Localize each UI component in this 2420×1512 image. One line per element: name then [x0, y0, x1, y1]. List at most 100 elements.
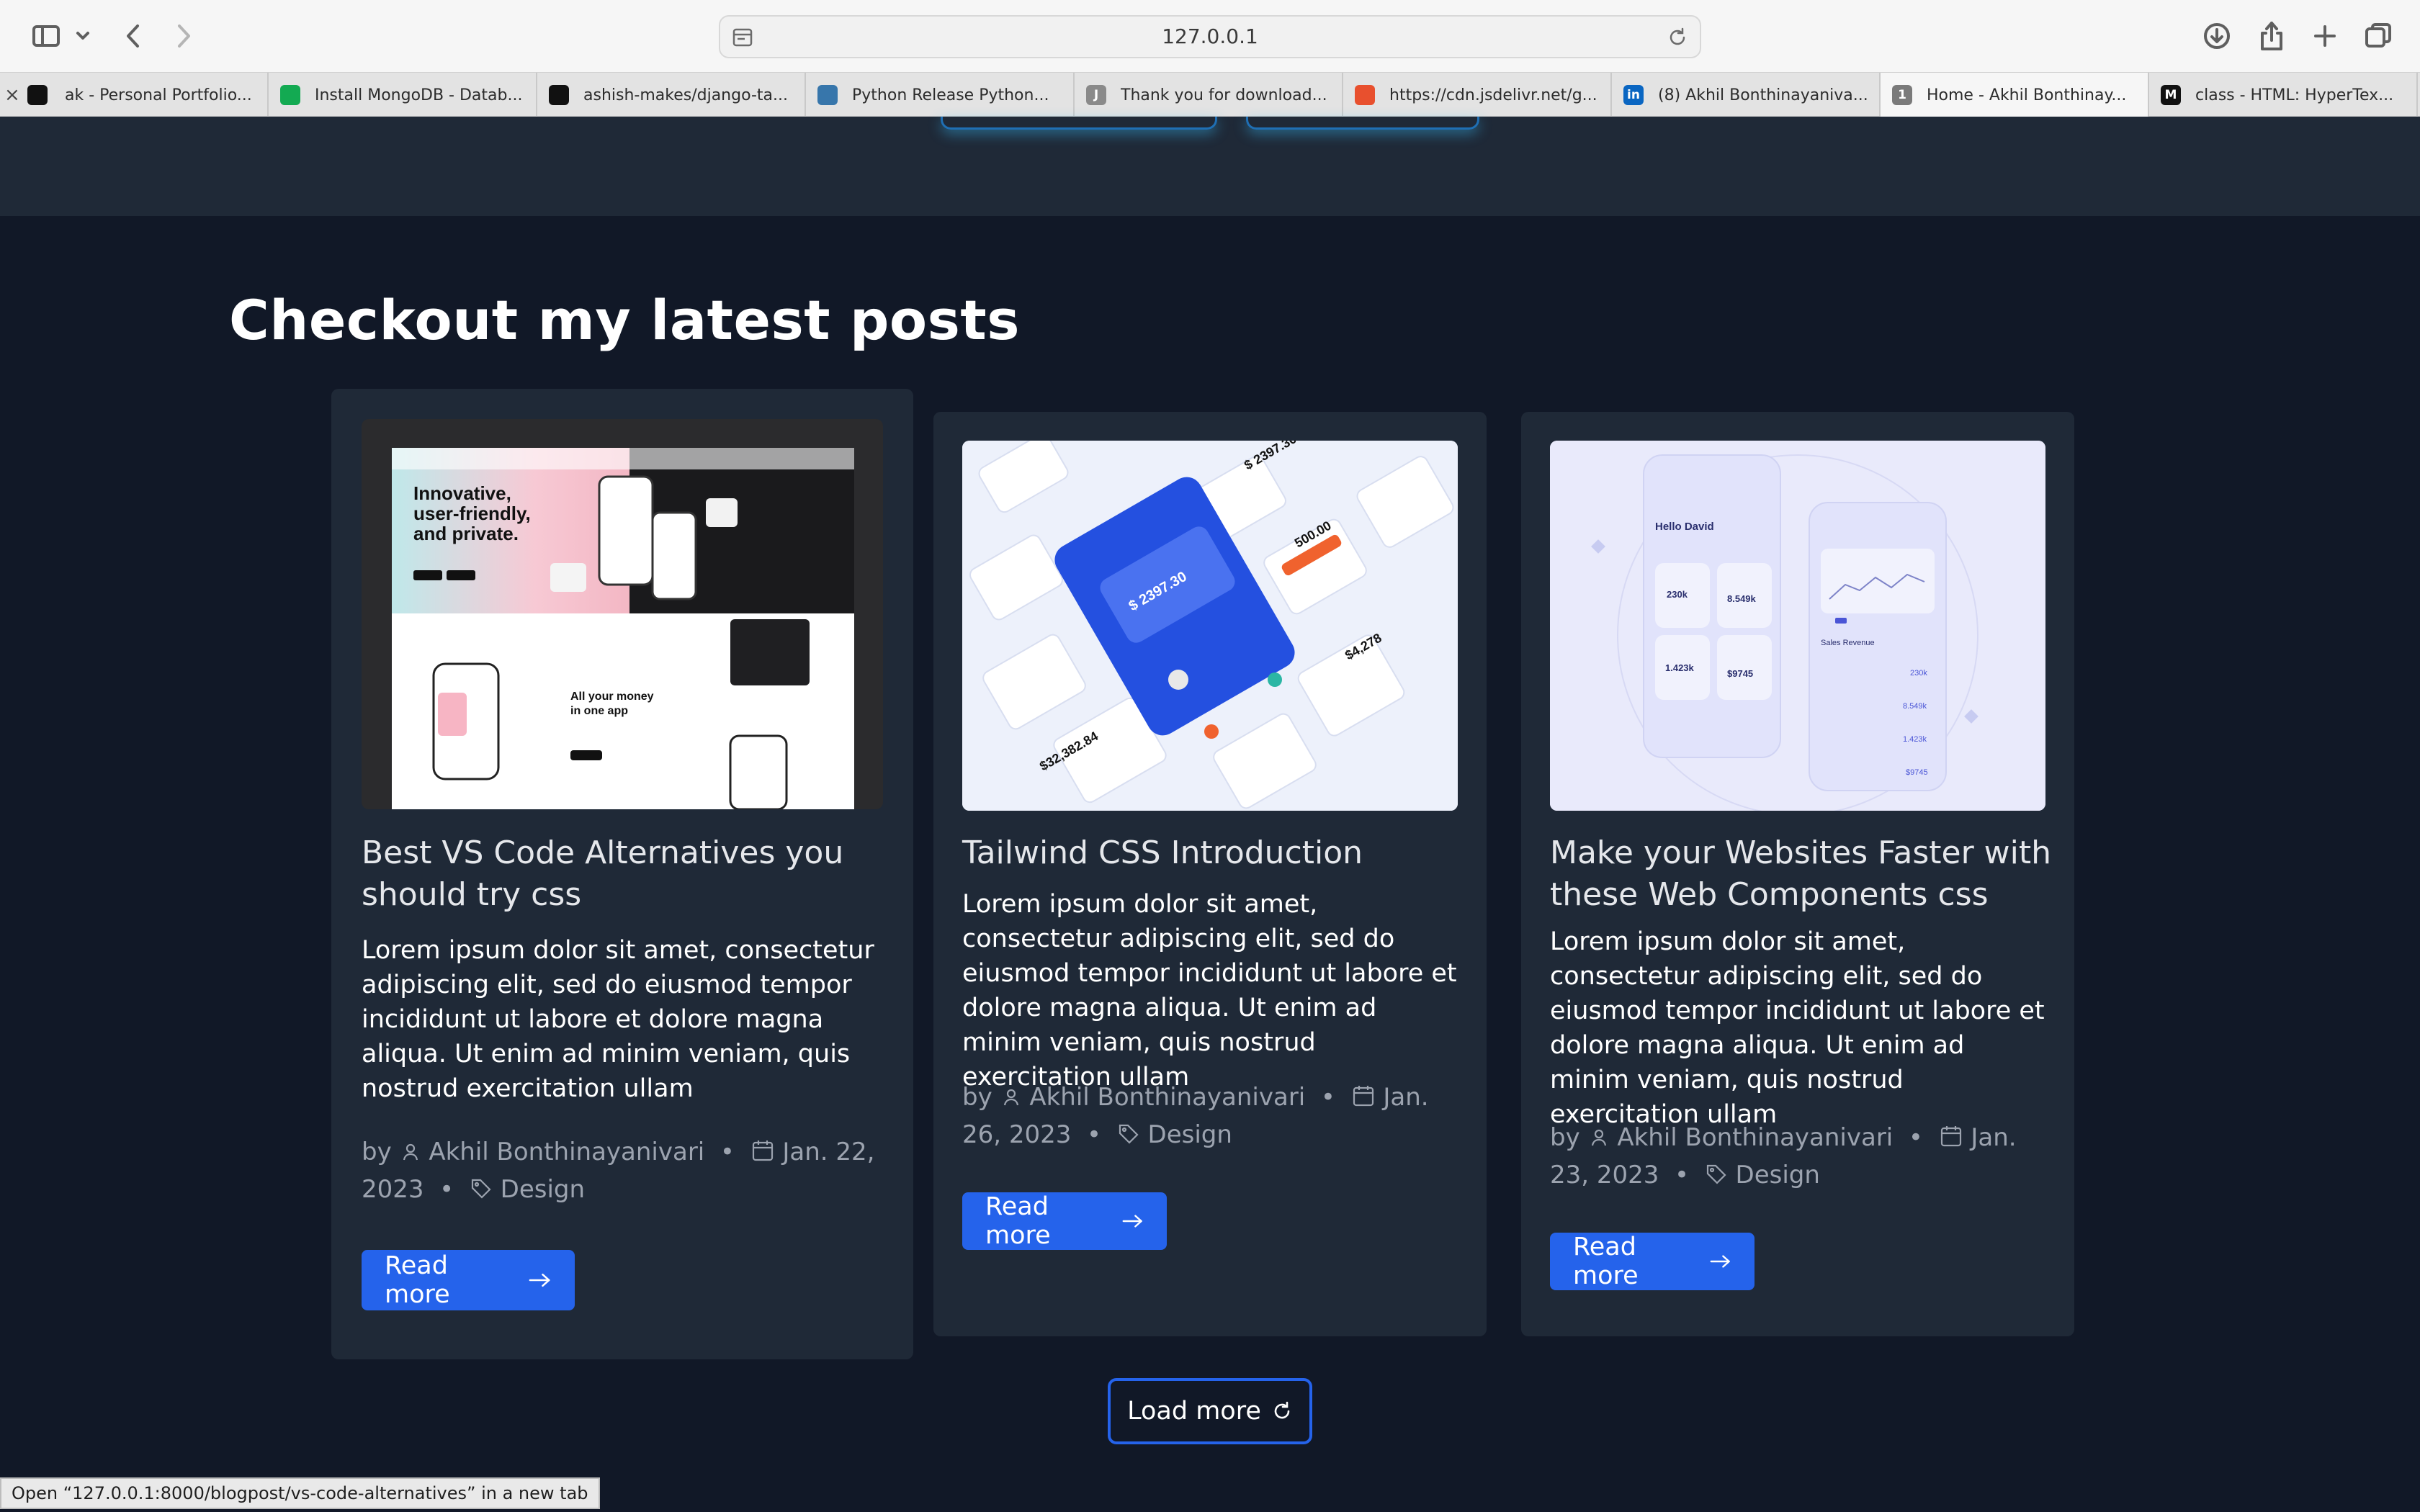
browser-toolbar: 127.0.0.1 — [0, 0, 2420, 72]
browser-tab[interactable]: Mclass - HTML: HyperTex... — [2149, 73, 2418, 117]
browser-tab[interactable]: J Thank you for download... — [1075, 73, 1343, 117]
share-icon — [2261, 22, 2282, 50]
post-title-3[interactable]: Make your Websites Faster with these Web… — [1550, 832, 2054, 916]
mdn-icon: M — [2161, 85, 2181, 105]
arrow-right-icon — [1122, 1215, 1142, 1228]
post-excerpt-2: Lorem ipsum dolor sit amet, consectetur … — [962, 890, 1457, 1092]
tab-group-menu-button[interactable] — [72, 16, 94, 56]
post-author[interactable]: Akhil Bonthinayanivari — [1617, 1123, 1893, 1152]
browser-tab[interactable]: in (8) Akhil Bonthinayaniva... — [1612, 73, 1881, 117]
post-by-label: by — [962, 1083, 992, 1112]
post-meta-1: by Akhil Bonthinayanivari • Jan. 22, 202… — [362, 1135, 887, 1210]
browser-tab[interactable]: 1 Home - Akhil Bonthinay... — [1881, 73, 2149, 117]
post-excerpt-1: Lorem ipsum dolor sit amet, consectetur … — [362, 936, 874, 1103]
post-card-1[interactable]: Innovative, user-friendly, and private. … — [331, 389, 913, 1359]
letter-j-icon: J — [1086, 85, 1106, 105]
svg-text:in one app: in one app — [570, 705, 628, 717]
browser-tab[interactable]: ashish-makes/django-ta... — [537, 73, 806, 117]
chevron-down-icon — [76, 32, 89, 40]
address-bar[interactable]: 127.0.0.1 — [719, 15, 1701, 58]
hero-section-bottom — [0, 117, 2420, 216]
hero-button-edge-right[interactable] — [1246, 117, 1479, 130]
read-more-button-1[interactable]: Read more — [362, 1250, 575, 1310]
post-title-1[interactable]: Best VS Code Alternatives you should try… — [362, 832, 887, 916]
read-more-button-2[interactable]: Read more — [962, 1192, 1167, 1250]
browser-tab[interactable]: Install MongoDB - Datab... — [269, 73, 537, 117]
load-more-label: Load more — [1127, 1397, 1261, 1426]
tab-title: (8) Akhil Bonthinayaniva... — [1658, 86, 1868, 104]
post-by-label: by — [1550, 1123, 1580, 1152]
forward-button[interactable] — [166, 16, 202, 56]
tab-overview-button[interactable] — [2358, 16, 2398, 56]
share-button[interactable] — [2251, 16, 2292, 56]
tag-icon — [1117, 1120, 1140, 1155]
svg-text:All your money: All your money — [570, 690, 654, 703]
svg-text:user-friendly,: user-friendly, — [413, 503, 531, 524]
svg-text:Sales Revenue: Sales Revenue — [1821, 639, 1875, 647]
close-tab-icon[interactable]: × — [4, 84, 20, 106]
github-icon — [549, 85, 569, 105]
arrow-right-icon — [529, 1273, 550, 1287]
svg-text:230k: 230k — [1667, 589, 1688, 600]
post-card-3[interactable]: Hello David 230k 8.549k 1.423k $9745 Sal… — [1521, 412, 2074, 1336]
post-image-2[interactable]: $ 2397.30 500.00 $ 2397.30 $4,278 $32,38… — [962, 441, 1458, 811]
post-category[interactable]: Design — [1736, 1161, 1820, 1189]
read-more-label: Read more — [385, 1251, 450, 1309]
tab-title: ashish-makes/django-ta... — [583, 86, 788, 104]
refresh-icon — [1274, 1401, 1290, 1419]
tab-title: Home - Akhil Bonthinay... — [1927, 86, 2127, 104]
forward-arrow-icon — [178, 24, 190, 48]
post-image-3[interactable]: Hello David 230k 8.549k 1.423k $9745 Sal… — [1550, 441, 2045, 811]
tag-icon — [470, 1175, 493, 1210]
post-author[interactable]: Akhil Bonthinayanivari — [429, 1138, 704, 1166]
post-by-label: by — [362, 1138, 392, 1166]
back-button[interactable] — [115, 16, 151, 56]
calendar-icon — [750, 1138, 775, 1172]
reload-icon[interactable] — [1667, 27, 1688, 51]
read-more-button-3[interactable]: Read more — [1550, 1233, 1754, 1290]
download-icon — [2204, 23, 2230, 49]
browser-tab[interactable]: × ak - Personal Portfolio... — [0, 73, 269, 117]
svg-text:Hello David: Hello David — [1655, 521, 1714, 533]
link-status-bar: Open “127.0.0.1:8000/blogpost/vs-code-al… — [0, 1477, 600, 1509]
downloads-button[interactable] — [2197, 16, 2237, 56]
svg-text:$9745: $9745 — [1727, 668, 1753, 679]
python-icon — [817, 85, 838, 105]
post-image-1[interactable]: Innovative, user-friendly, and private. … — [362, 419, 883, 809]
browser-tab[interactable]: Python Release Python... — [806, 73, 1075, 117]
svg-text:$9745: $9745 — [1906, 768, 1928, 777]
tab-bar: × ak - Personal Portfolio... Install Mongo… — [0, 72, 2420, 117]
user-icon — [400, 1138, 421, 1172]
svg-text:8.549k: 8.549k — [1727, 593, 1757, 604]
read-more-label: Read more — [985, 1192, 1051, 1250]
post-meta-3: by Akhil Bonthinayanivari • Jan. 23, 202… — [1550, 1120, 2047, 1195]
post-title-2[interactable]: Tailwind CSS Introduction — [962, 832, 1459, 874]
tab-title: https://cdn.jsdelivr.net/g... — [1389, 86, 1597, 104]
tab-overview-icon — [2365, 23, 2391, 48]
plus-icon — [2314, 25, 2336, 47]
tab-title: Thank you for download... — [1121, 86, 1327, 104]
tag-icon — [1705, 1161, 1728, 1195]
jsdelivr-shield-icon — [1355, 85, 1375, 105]
image-headline-1: Innovative, — [413, 482, 511, 504]
new-tab-button[interactable] — [2305, 16, 2345, 56]
post-category[interactable]: Design — [1148, 1120, 1232, 1149]
url-text[interactable]: 127.0.0.1 — [720, 17, 1700, 57]
post-card-2[interactable]: $ 2397.30 500.00 $ 2397.30 $4,278 $32,38… — [933, 412, 1487, 1336]
post-category[interactable]: Design — [501, 1175, 585, 1204]
post-author[interactable]: Akhil Bonthinayanivari — [1029, 1083, 1305, 1112]
read-more-label: Read more — [1573, 1233, 1639, 1290]
hero-button-edge-left[interactable] — [941, 117, 1217, 130]
section-title: Checkout my latest posts — [229, 288, 1020, 352]
mongodb-leaf-icon — [280, 85, 300, 105]
sidebar-toggle-button[interactable] — [26, 16, 66, 56]
browser-tab[interactable]: https://cdn.jsdelivr.net/g... — [1343, 73, 1612, 117]
user-icon — [1588, 1123, 1610, 1158]
post-meta-2: by Akhil Bonthinayanivari • Jan. 26, 202… — [962, 1080, 1459, 1155]
user-icon — [1000, 1083, 1022, 1117]
tab-title: Install MongoDB - Datab... — [315, 86, 523, 104]
load-more-button[interactable]: Load more — [1108, 1378, 1312, 1444]
arrow-right-icon — [1710, 1255, 1730, 1268]
tab-title: ak - Personal Portfolio... — [65, 86, 252, 104]
react-icon — [27, 85, 48, 105]
